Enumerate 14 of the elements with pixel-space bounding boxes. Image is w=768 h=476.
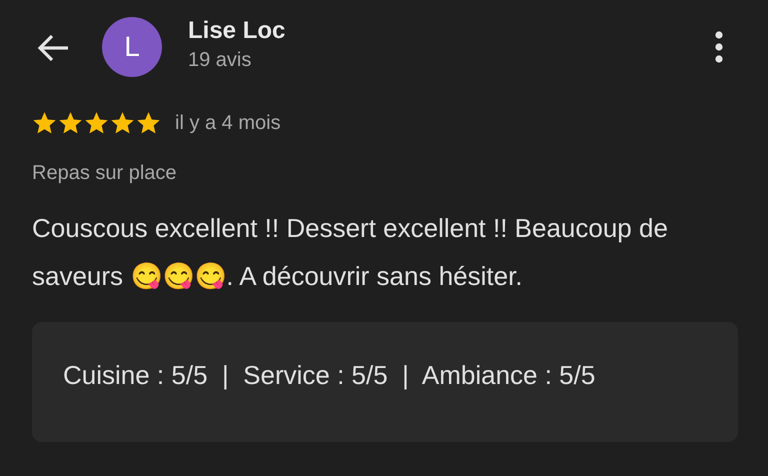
star-icon: [110, 111, 135, 135]
ratings-summary: Cuisine : 5/5 | Service : 5/5 | Ambiance : 5/5: [63, 360, 596, 390]
review-text: Couscous excellent !! Dessert excellent !! Beaucoup de saveurs 😋😋😋. A découvrir sans hésiter.: [32, 212, 669, 293]
avatar: L: [102, 17, 162, 77]
review-count: 19 avis: [188, 48, 252, 73]
star-icon: [32, 111, 57, 135]
visit-type: Repas sur place: [32, 161, 178, 186]
reviewer-name: Lise Loc: [188, 16, 286, 46]
star-icon: [58, 111, 83, 135]
back-icon[interactable]: [36, 33, 70, 63]
more-options-icon[interactable]: [714, 30, 724, 64]
review-time: il y a 4 mois: [175, 111, 281, 136]
star-icon: [136, 111, 161, 135]
star-icon: [84, 111, 109, 135]
